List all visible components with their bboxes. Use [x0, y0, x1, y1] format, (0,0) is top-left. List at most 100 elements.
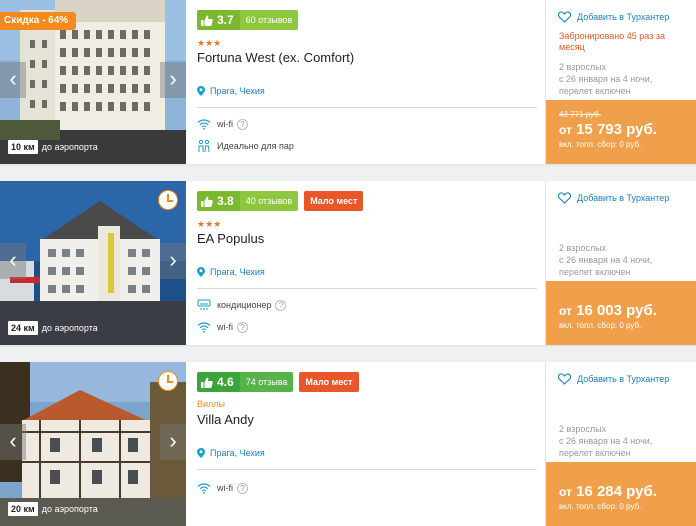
divider: [197, 469, 537, 470]
hotel-photo[interactable]: Скидка - 64% ‹ › 10 км до аэропорта: [0, 0, 186, 164]
tour-guests: 2 взрослых: [559, 243, 607, 253]
hotel-photo[interactable]: ‹ › 20 км до аэропорта: [0, 362, 186, 526]
few-places-badge: Мало мест: [299, 372, 359, 392]
distance-km: 24 км: [8, 321, 38, 335]
clock-icon: [158, 371, 178, 391]
amenity-ac: кондиционер ?: [197, 299, 287, 311]
reviews-count[interactable]: 40 отзывов: [239, 191, 299, 211]
rating-badge[interactable]: 4.6 74 отзыва: [197, 372, 294, 392]
add-to-tourhunter-button[interactable]: Добавить в Турхантер: [558, 192, 669, 204]
discount-badge: Скидка - 64%: [0, 12, 77, 30]
hotel-photo[interactable]: ‹ › 24 км до аэропорта: [0, 181, 186, 345]
hotel-location[interactable]: Прага, Чехия: [197, 267, 265, 277]
rating-badge[interactable]: 3.7 60 отзывов: [197, 10, 299, 30]
airport-distance: 24 км до аэропорта: [8, 321, 98, 335]
hotel-info: 3.7 60 отзывов ★★★ Fortuna West (ex. Com…: [197, 0, 537, 164]
reviews-count[interactable]: 60 отзывов: [239, 10, 299, 30]
booked-count: Забронировано 45 раз за месяц: [559, 31, 665, 52]
wifi-icon: [197, 483, 211, 494]
hotel-name[interactable]: Fortuna West (ex. Comfort): [197, 50, 354, 65]
rating-score: 4.6: [217, 375, 234, 389]
rating-badge[interactable]: 3.8 40 отзывов: [197, 191, 299, 211]
tour-dates: с 26 января на 4 ночи,: [559, 436, 653, 446]
add-to-tourhunter-button[interactable]: Добавить в Турхантер: [558, 373, 669, 385]
fuel-fee: вкл. топл. сбор: 0 руб.: [559, 321, 642, 330]
hotel-name[interactable]: EA Populus: [197, 231, 264, 246]
price: от 15 793 руб.: [559, 121, 696, 138]
hotel-location[interactable]: Прага, Чехия: [197, 86, 265, 96]
heart-icon: [558, 373, 571, 385]
price-panel: Добавить в Турхантер 2 взрослых с 26 янв…: [545, 362, 696, 526]
favorite-label: Добавить в Турхантер: [577, 12, 670, 22]
amenity-label: wi-fi: [217, 322, 233, 332]
amenity-couples: Идеально для пар: [197, 140, 294, 152]
divider: [197, 288, 537, 289]
price-panel: Добавить в Турхантер 2 взрослых с 26 янв…: [545, 181, 696, 345]
reviews-count[interactable]: 74 отзыва: [239, 372, 294, 392]
tour-guests: 2 взрослых: [559, 424, 607, 434]
hotel-category: Виллы: [197, 399, 226, 409]
hotel-card: Скидка - 64% ‹ › 10 км до аэропорта 3.7 …: [0, 0, 696, 164]
price-value: 16 003 руб.: [576, 302, 657, 319]
tour-details: 2 взрослых с 26 января на 4 ночи, переле…: [559, 61, 652, 97]
price: от 16 003 руб.: [559, 302, 696, 319]
thumbs-up-icon: [201, 196, 213, 207]
price-button[interactable]: 43 771 руб. от 15 793 руб. вкл. топл. сб…: [546, 100, 696, 164]
photo-next-button[interactable]: ›: [160, 424, 186, 460]
amenity-wifi: wi-fi ?: [197, 321, 248, 333]
favorite-label: Добавить в Турхантер: [577, 193, 670, 203]
rating-score-box: 3.8: [197, 191, 240, 211]
price-prefix: от: [559, 304, 572, 318]
distance-km: 10 км: [8, 140, 38, 154]
hotel-location[interactable]: Прага, Чехия: [197, 448, 265, 458]
help-icon[interactable]: ?: [237, 118, 248, 130]
photo-prev-button[interactable]: ‹: [0, 243, 26, 279]
amenity-label: кондиционер: [217, 300, 272, 310]
price-button[interactable]: от 16 003 руб. вкл. топл. сбор: 0 руб.: [546, 281, 696, 345]
rating-score-box: 3.7: [197, 10, 240, 30]
photo-prev-button[interactable]: ‹: [0, 62, 26, 98]
wifi-icon: [197, 119, 211, 130]
photo-next-button[interactable]: ›: [160, 243, 186, 279]
hotel-name[interactable]: Villa Andy: [197, 412, 254, 427]
price: от 16 284 руб.: [559, 483, 696, 500]
hotel-info: 3.8 40 отзывов Мало мест ★★★ EA Populus …: [197, 181, 537, 345]
help-icon[interactable]: ?: [275, 299, 287, 311]
tour-details: 2 взрослых с 26 января на 4 ночи, переле…: [559, 423, 652, 459]
distance-label: до аэропорта: [41, 142, 98, 152]
few-places-badge: Мало мест: [304, 191, 364, 211]
price-value: 15 793 руб.: [576, 121, 657, 138]
help-icon[interactable]: ?: [237, 482, 248, 494]
amenity-label: Идеально для пар: [217, 141, 294, 151]
tour-dates: с 26 января на 4 ночи,: [559, 255, 653, 265]
heart-icon: [558, 11, 571, 23]
location-pin-icon: [197, 448, 205, 458]
star-rating: ★★★: [197, 219, 222, 229]
price-prefix: от: [559, 485, 572, 499]
rating-score: 3.7: [217, 13, 234, 27]
hotel-info: 4.6 74 отзыва Мало мест Виллы Villa Andy…: [197, 362, 537, 526]
amenity-label: wi-fi: [217, 119, 233, 129]
photo-next-button[interactable]: ›: [160, 62, 186, 98]
add-to-tourhunter-button[interactable]: Добавить в Турхантер: [558, 11, 669, 23]
hotel-list: Скидка - 64% ‹ › 10 км до аэропорта 3.7 …: [0, 0, 696, 526]
star-rating: ★★★: [197, 38, 222, 48]
help-icon[interactable]: ?: [237, 321, 248, 333]
location-text: Прага, Чехия: [210, 448, 265, 458]
distance-label: до аэропорта: [41, 504, 98, 514]
photo-prev-button[interactable]: ‹: [0, 424, 26, 460]
wifi-icon: [197, 322, 211, 333]
tour-flight: перелет включен: [559, 86, 631, 96]
tour-flight: перелет включен: [559, 448, 631, 458]
amenity-wifi: wi-fi ?: [197, 482, 248, 494]
tour-dates: с 26 января на 4 ночи,: [559, 74, 653, 84]
fuel-fee: вкл. топл. сбор: 0 руб.: [559, 502, 642, 511]
airport-distance: 20 км до аэропорта: [8, 502, 98, 516]
price-button[interactable]: от 16 284 руб. вкл. топл. сбор: 0 руб.: [546, 462, 696, 526]
hotel-card: ‹ › 24 км до аэропорта 3.8 40 отзывов Ма…: [0, 181, 696, 345]
couple-icon: [198, 140, 210, 152]
airport-distance: 10 км до аэропорта: [8, 140, 98, 154]
tour-guests: 2 взрослых: [559, 62, 607, 72]
rating-score-box: 4.6: [197, 372, 240, 392]
air-conditioner-icon: [197, 299, 211, 310]
